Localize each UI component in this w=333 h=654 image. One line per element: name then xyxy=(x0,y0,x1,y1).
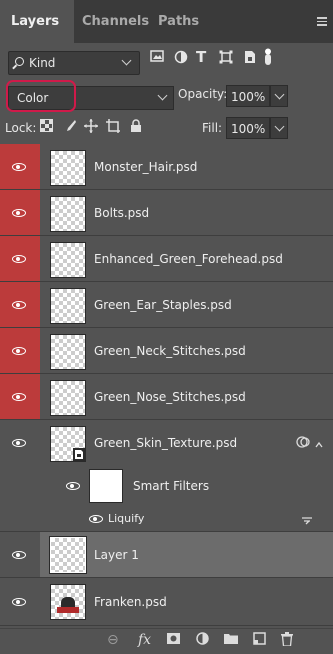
tab-layers[interactable]: Layers xyxy=(0,0,74,43)
fill-slider-button[interactable] xyxy=(270,117,288,139)
layer-name: Green_Neck_Stitches.psd xyxy=(94,344,246,358)
lock-artboard-icon[interactable] xyxy=(106,119,120,137)
visibility-toggle[interactable] xyxy=(0,144,40,189)
layer-name: Green_Skin_Texture.psd xyxy=(94,436,238,450)
opacity-input[interactable]: 100% xyxy=(226,85,270,107)
lock-transparent-pixels-icon[interactable] xyxy=(40,119,53,136)
layer-thumbnail xyxy=(50,242,86,278)
eye-icon[interactable] xyxy=(66,482,80,490)
add-layer-style-icon[interactable]: fx xyxy=(138,632,151,648)
layer-name: Monster_Hair.psd xyxy=(94,160,198,174)
layer-name: Layer 1 xyxy=(94,548,139,562)
layer-name: Green_Ear_Staples.psd xyxy=(94,298,232,312)
layer-thumbnail xyxy=(49,536,87,574)
layer-thumbnail xyxy=(50,196,86,232)
layer-thumbnail xyxy=(50,584,86,620)
layer-row-selected[interactable]: Layer 1 xyxy=(0,532,333,578)
opacity-slider-button[interactable] xyxy=(270,85,288,107)
chevron-down-icon xyxy=(274,89,285,100)
eye-icon xyxy=(12,598,26,606)
filter-blending-options-icon[interactable] xyxy=(301,513,313,532)
layer-name: Franken.psd xyxy=(94,595,167,609)
layer-thumbnail xyxy=(50,288,86,324)
visibility-toggle[interactable] xyxy=(0,374,40,419)
chevron-down-icon xyxy=(157,90,168,101)
layer-name: Bolts.psd xyxy=(94,206,150,220)
eye-icon xyxy=(12,255,26,263)
filter-toggle-icon[interactable] xyxy=(264,48,272,70)
trash-icon[interactable] xyxy=(281,632,293,650)
visibility-toggle[interactable] xyxy=(0,420,40,466)
smart-filters-label: Smart Filters xyxy=(133,479,210,493)
tab-paths[interactable]: Paths xyxy=(158,0,199,43)
figure-base xyxy=(57,607,79,613)
layer-thumbnail xyxy=(50,150,86,186)
layer-name: Enhanced_Green_Forehead.psd xyxy=(94,252,283,266)
smart-filters-row[interactable]: Smart Filters xyxy=(0,466,333,506)
layer-row[interactable]: Monster_Hair.psd xyxy=(0,144,333,190)
smart-object-badge-icon xyxy=(73,448,85,461)
layer-row[interactable]: Franken.psd xyxy=(0,578,333,626)
visibility-toggle[interactable] xyxy=(0,578,40,625)
liquify-filter-row[interactable]: Liquify xyxy=(0,506,333,532)
smart-object-layer-row[interactable]: Green_Skin_Texture.psd xyxy=(0,420,333,466)
visibility-toggle[interactable] xyxy=(0,282,40,327)
eye-icon xyxy=(12,209,26,217)
new-layer-icon[interactable] xyxy=(253,632,266,649)
chevron-down-icon xyxy=(121,55,132,66)
layer-thumbnail xyxy=(50,334,86,370)
collapse-effects-icon[interactable] xyxy=(315,434,323,453)
visibility-toggle[interactable] xyxy=(0,328,40,373)
layer-name: Green_Nose_Stitches.psd xyxy=(94,390,246,404)
lock-all-icon[interactable] xyxy=(130,119,142,137)
panel-menu-icon[interactable] xyxy=(317,17,327,28)
layer-row[interactable]: Green_Neck_Stitches.psd xyxy=(0,328,333,374)
blend-mode-highlight-outline xyxy=(6,80,76,112)
lock-position-icon[interactable] xyxy=(84,119,98,137)
fill-label: Fill: xyxy=(202,121,223,135)
eye-icon xyxy=(12,393,26,401)
chevron-down-icon xyxy=(274,121,285,132)
type-layer-filter-icon[interactable]: T xyxy=(196,48,206,66)
new-group-icon[interactable] xyxy=(224,632,238,648)
smart-filter-mask-thumbnail[interactable] xyxy=(89,469,123,503)
shape-layer-filter-icon[interactable] xyxy=(219,50,233,68)
new-adjustment-layer-icon[interactable] xyxy=(196,632,209,649)
eye-icon xyxy=(12,163,26,171)
liquify-label: Liquify xyxy=(108,512,145,525)
eye-icon[interactable] xyxy=(89,515,103,523)
smart-filter-indicator-icon xyxy=(296,434,310,453)
layer-row[interactable]: Green_Nose_Stitches.psd xyxy=(0,374,333,420)
pixel-layer-filter-icon[interactable] xyxy=(150,50,164,66)
lock-image-pixels-icon[interactable] xyxy=(63,119,77,137)
eye-icon xyxy=(12,301,26,309)
kind-filter-label: Kind xyxy=(29,56,56,70)
layer-thumbnail xyxy=(50,426,86,462)
add-layer-mask-icon[interactable] xyxy=(167,632,180,648)
eye-icon xyxy=(12,439,26,447)
eye-icon xyxy=(12,347,26,355)
eye-icon xyxy=(12,551,26,559)
search-icon xyxy=(15,57,24,66)
kind-filter-dropdown[interactable]: Kind xyxy=(8,51,140,75)
visibility-toggle[interactable] xyxy=(0,236,40,281)
layer-row[interactable]: Enhanced_Green_Forehead.psd xyxy=(0,236,333,282)
fill-input[interactable]: 100% xyxy=(226,117,270,139)
smart-object-filter-icon[interactable] xyxy=(244,50,256,68)
layer-thumbnail xyxy=(50,380,86,416)
tab-channels[interactable]: Channels xyxy=(82,0,149,43)
opacity-label: Opacity: xyxy=(178,87,228,101)
panel-tab-bar: Layers Channels Paths xyxy=(0,0,333,43)
adjustment-layer-filter-icon[interactable] xyxy=(174,50,188,68)
visibility-toggle[interactable] xyxy=(0,532,40,577)
link-layers-icon[interactable]: ⊖ xyxy=(107,632,119,648)
layer-row[interactable]: Green_Ear_Staples.psd xyxy=(0,282,333,328)
visibility-toggle[interactable] xyxy=(0,190,40,235)
layers-panel: Layers Channels Paths Kind T Color Opaci… xyxy=(0,0,333,654)
lock-label: Lock: xyxy=(5,121,37,135)
layer-row[interactable]: Bolts.psd xyxy=(0,190,333,236)
